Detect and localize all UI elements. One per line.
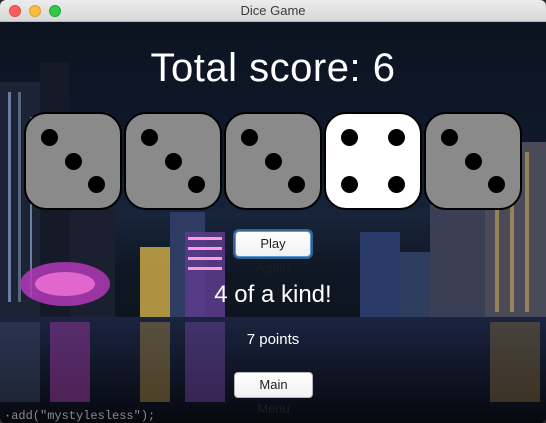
hand-points: 7 points bbox=[246, 331, 300, 348]
die-4[interactable] bbox=[324, 112, 422, 210]
die-pip bbox=[341, 176, 358, 193]
die-2[interactable] bbox=[124, 112, 222, 210]
title-bar: Dice Game bbox=[0, 0, 546, 22]
die-pip bbox=[388, 129, 405, 146]
die-pip bbox=[164, 152, 182, 170]
die-1[interactable] bbox=[24, 112, 122, 210]
window-title: Dice Game bbox=[240, 3, 306, 18]
app-window: Dice Game Total score: 6 Play Again 4 of… bbox=[0, 0, 546, 423]
die-pip bbox=[288, 176, 305, 193]
die-pip bbox=[488, 176, 505, 193]
die-pip bbox=[241, 129, 258, 146]
main-menu-button[interactable]: Main Menu bbox=[234, 372, 313, 416]
die-pip bbox=[141, 129, 158, 146]
die-3[interactable] bbox=[224, 112, 322, 210]
die-pip bbox=[388, 176, 405, 193]
die-pip bbox=[41, 129, 58, 146]
hand-result: 4 of a kind! bbox=[214, 281, 332, 308]
die-pip bbox=[88, 176, 105, 193]
dice-row bbox=[24, 112, 524, 212]
die-pip bbox=[188, 176, 205, 193]
total-score: Total score: 6 bbox=[150, 46, 396, 90]
die-pip bbox=[441, 129, 458, 146]
game-area: Total score: 6 Play Again 4 of a kind! 7… bbox=[0, 22, 546, 423]
die-pip bbox=[464, 152, 482, 170]
die-5[interactable] bbox=[424, 112, 522, 210]
die-pip bbox=[341, 129, 358, 146]
die-pip bbox=[264, 152, 282, 170]
play-again-button[interactable]: Play Again bbox=[235, 231, 311, 275]
die-pip bbox=[64, 152, 82, 170]
background-code-text: ·add("mystylesless"); bbox=[4, 410, 156, 423]
